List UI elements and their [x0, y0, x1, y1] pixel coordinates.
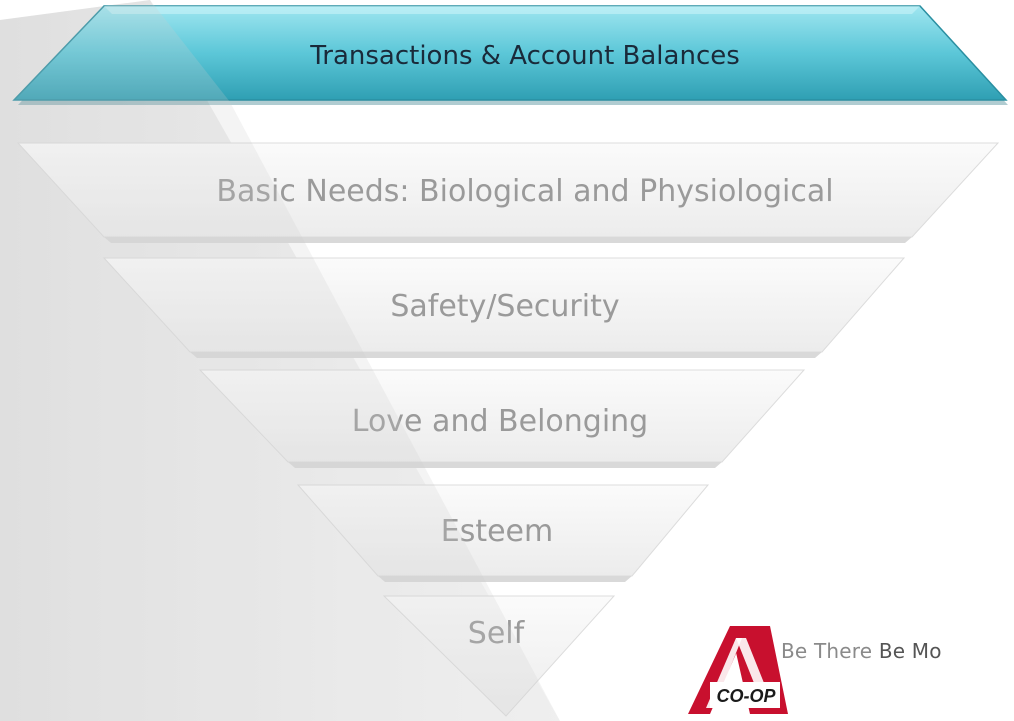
tagline-part-2: Be Mo — [878, 639, 942, 663]
tier-label-basic-needs: Basic Needs: Biological and Physiologica… — [216, 174, 833, 209]
overlay-wedge — [0, 0, 560, 721]
tagline-part-1: Be There — [781, 639, 879, 663]
co-op-wordmark: CO-OP — [716, 686, 776, 706]
co-op-logo: CO-OP Be There Be Mo — [680, 624, 1014, 721]
inverted-pyramid-diagram: Transactions & Account Balances Basic Ne… — [0, 0, 1008, 721]
tier-label-safety-security: Safety/Security — [390, 289, 619, 324]
co-op-logo-mark: CO-OP — [688, 626, 788, 714]
co-op-tagline: Be There Be Mo — [781, 639, 942, 663]
header-title: Transactions & Account Balances — [309, 41, 740, 71]
